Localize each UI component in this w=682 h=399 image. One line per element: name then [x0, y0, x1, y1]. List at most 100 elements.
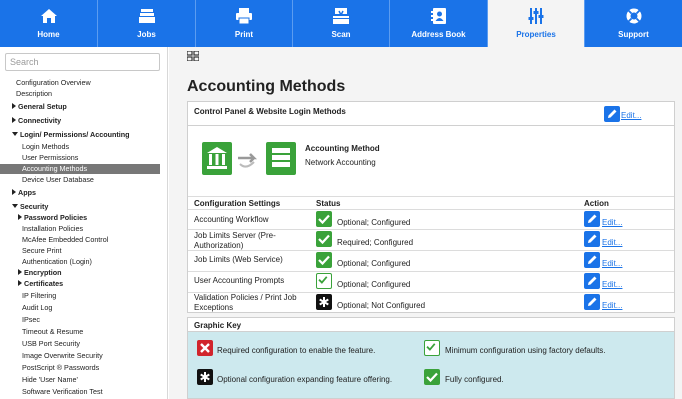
tab-support-label: Support	[618, 30, 649, 39]
sidebar-item-label: Accounting Methods	[22, 164, 88, 173]
sidebar-item-certificates[interactable]: Certificates	[0, 279, 160, 289]
asterisk-icon	[316, 294, 332, 310]
search-input[interactable]	[5, 53, 160, 71]
sidebar-item-accounting-methods[interactable]: Accounting Methods	[0, 164, 160, 174]
sidebar-item-label: Installation Policies	[22, 224, 84, 233]
expand-arrow-icon	[18, 269, 22, 275]
divider	[188, 196, 674, 197]
panel-header: Control Panel & Website Login Methods	[188, 102, 674, 126]
sidebar-item-audit-log[interactable]: Audit Log	[0, 303, 160, 313]
row-edit-link[interactable]: Edit...	[602, 280, 622, 289]
main-content: Accounting Methods Control Panel & Websi…	[169, 47, 682, 399]
sidebar-item-mcafee-embedded-control[interactable]: McAfee Embedded Control	[0, 235, 160, 245]
tab-address-book-label: Address Book	[411, 30, 466, 39]
sidebar-item-label: Description	[16, 89, 52, 98]
edit-icon[interactable]	[604, 106, 620, 122]
edit-link[interactable]: Edit...	[621, 111, 641, 120]
graphic-key-header: Graphic Key	[188, 318, 674, 332]
col-settings-header: Configuration Settings	[194, 199, 281, 208]
sidebar-item-security[interactable]: Security	[0, 202, 160, 212]
home-icon	[40, 9, 57, 23]
sidebar-item-device-user-database[interactable]: Device User Database	[0, 175, 160, 185]
tab-print-label: Print	[234, 30, 254, 39]
row-edit-link[interactable]: Edit...	[602, 259, 622, 268]
accounting-method-value: Network Accounting	[305, 158, 376, 167]
sidebar-item-label: USB Port Security	[22, 339, 80, 348]
tab-scan-label: Scan	[331, 30, 351, 39]
row-edit-link[interactable]: Edit...	[602, 218, 622, 227]
tab-home[interactable]: Home	[0, 0, 98, 47]
row-status: Optional; Configured	[337, 218, 411, 227]
sidebar-item-label: PostScript ® Passwords	[22, 363, 100, 372]
x-icon	[197, 340, 213, 356]
sidebar: Configuration Overview Description Gener…	[0, 47, 168, 399]
grid-view-icon[interactable]	[187, 51, 199, 61]
asterisk-icon	[197, 369, 213, 385]
row-edit-link[interactable]: Edit...	[602, 238, 622, 247]
sidebar-item-ipsec[interactable]: IPsec	[0, 315, 160, 325]
accounting-method-label: Accounting Method	[305, 144, 380, 153]
tab-print[interactable]: Print	[196, 0, 293, 47]
tab-address-book[interactable]: Address Book	[390, 0, 488, 47]
row-status: Optional; Configured	[337, 280, 411, 289]
expand-arrow-icon	[18, 280, 22, 286]
edit-icon[interactable]	[584, 273, 600, 289]
divider	[188, 250, 674, 251]
sidebar-item-label: Hide 'User Name'	[22, 375, 78, 384]
sidebar-item-authentication-login[interactable]: Authentication (Login)	[0, 257, 160, 267]
row-setting-name: Job Limits (Web Service)	[194, 255, 283, 264]
edit-icon[interactable]	[584, 294, 600, 310]
sidebar-item-connectivity[interactable]: Connectivity	[0, 116, 160, 126]
sidebar-item-hide-user-name[interactable]: Hide 'User Name'	[0, 375, 160, 385]
sidebar-item-software-verification-test[interactable]: Software Verification Test	[0, 387, 160, 397]
edit-icon[interactable]	[584, 252, 600, 268]
sidebar-item-label: Timeout & Resume	[22, 327, 84, 336]
sidebar-item-user-permissions[interactable]: User Permissions	[0, 153, 160, 163]
expand-arrow-icon	[18, 214, 22, 220]
sidebar-item-password-policies[interactable]: Password Policies	[0, 213, 160, 223]
sidebar-item-label: Audit Log	[22, 303, 53, 312]
sidebar-item-label: Password Policies	[24, 213, 88, 222]
check-icon	[316, 211, 332, 227]
edit-icon[interactable]	[584, 231, 600, 247]
row-edit-link[interactable]: Edit...	[602, 301, 622, 310]
row-setting-name: User Accounting Prompts	[194, 276, 285, 285]
sidebar-item-installation-policies[interactable]: Installation Policies	[0, 224, 160, 234]
sidebar-item-encryption[interactable]: Encryption	[0, 268, 160, 278]
sidebar-item-general-setup[interactable]: General Setup	[0, 102, 160, 112]
tab-home-label: Home	[37, 30, 60, 39]
expand-arrow-icon	[12, 117, 16, 123]
sidebar-item-label: Login/ Permissions/ Accounting	[20, 130, 130, 139]
sidebar-item-apps[interactable]: Apps	[0, 188, 160, 198]
sidebar-item-description[interactable]: Description	[0, 89, 160, 99]
sidebar-item-login-methods[interactable]: Login Methods	[0, 142, 160, 152]
tab-jobs[interactable]: Jobs	[98, 0, 196, 47]
row-status: Required; Configured	[337, 238, 414, 247]
sidebar-item-label: Image Overwrite Security	[22, 351, 103, 360]
sidebar-item-label: Secure Print	[22, 246, 62, 255]
tab-support[interactable]: Support	[585, 0, 682, 47]
check-outline-icon	[316, 273, 332, 289]
key-minimum-text: Minimum configuration using factory defa…	[445, 346, 606, 355]
sidebar-item-postscript-passwords[interactable]: PostScript ® Passwords	[0, 363, 160, 373]
sidebar-item-label: Certificates	[24, 279, 64, 288]
collapse-arrow-icon	[12, 132, 18, 136]
sidebar-item-ip-filtering[interactable]: IP Filtering	[0, 291, 160, 301]
sidebar-item-login-permissions-accounting[interactable]: Login/ Permissions/ Accounting	[0, 130, 160, 140]
sidebar-item-label: General Setup	[18, 102, 67, 111]
sidebar-item-secure-print[interactable]: Secure Print	[0, 246, 160, 256]
tab-scan[interactable]: Scan	[293, 0, 390, 47]
row-status: Optional; Not Configured	[337, 301, 426, 310]
check-icon	[424, 369, 440, 385]
page-title: Accounting Methods	[187, 78, 346, 95]
sidebar-item-label: User Permissions	[22, 153, 79, 162]
sidebar-item-configuration-overview[interactable]: Configuration Overview	[0, 78, 160, 88]
sidebar-item-image-overwrite-security[interactable]: Image Overwrite Security	[0, 351, 160, 361]
sidebar-item-timeout-resume[interactable]: Timeout & Resume	[0, 327, 160, 337]
tab-properties[interactable]: Properties	[488, 0, 585, 47]
tab-properties-label: Properties	[516, 30, 556, 39]
edit-icon[interactable]	[584, 211, 600, 227]
sidebar-item-label: McAfee Embedded Control	[22, 235, 109, 244]
sidebar-item-usb-port-security[interactable]: USB Port Security	[0, 339, 160, 349]
divider	[188, 229, 674, 230]
